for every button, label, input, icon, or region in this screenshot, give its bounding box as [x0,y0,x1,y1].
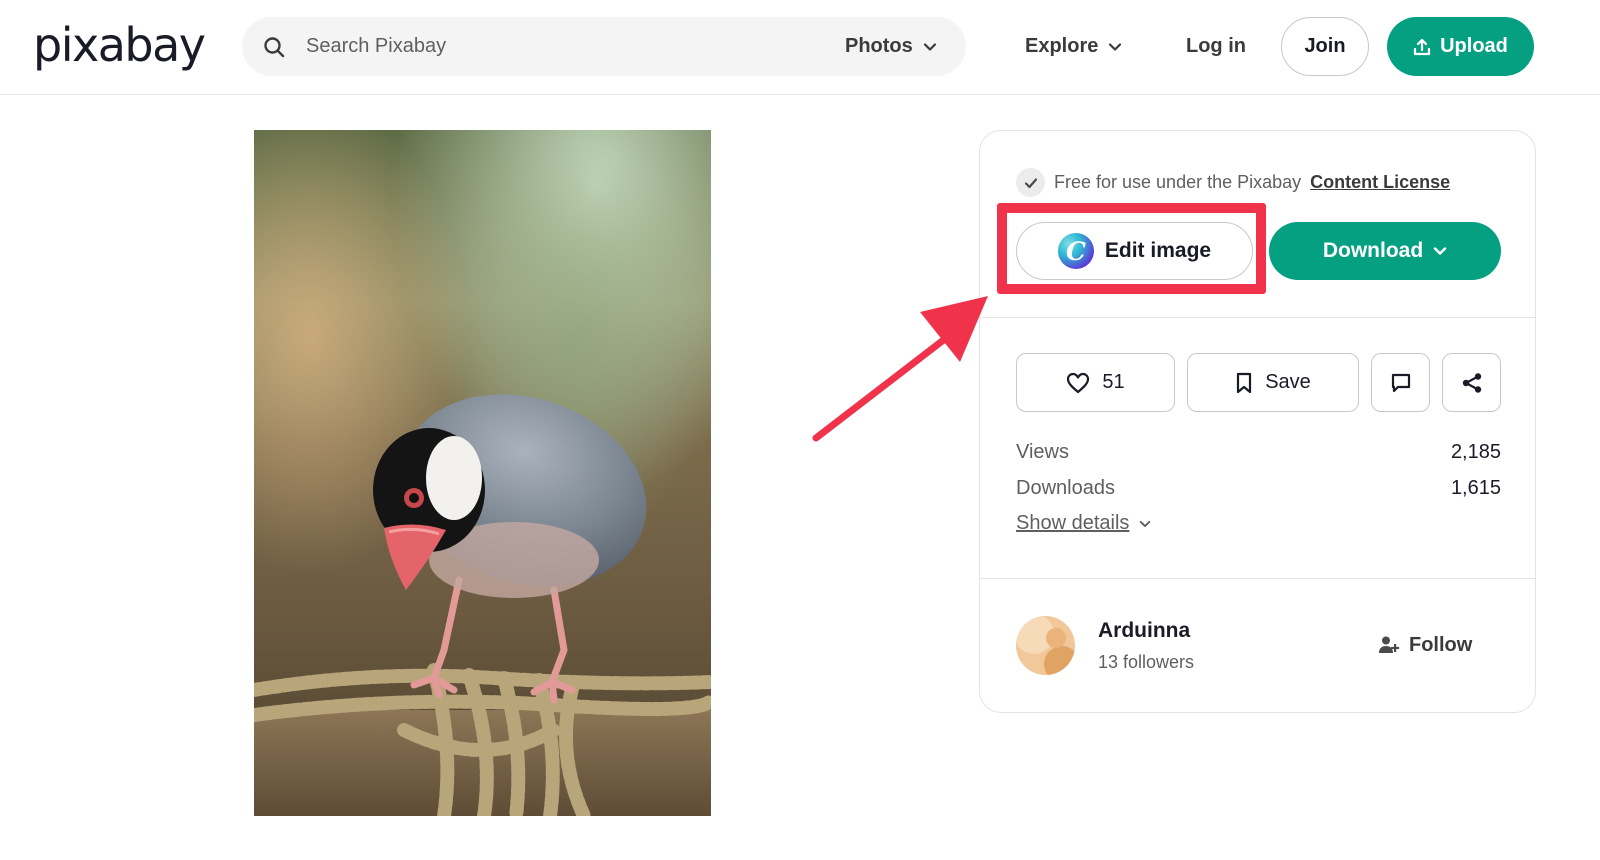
join-button[interactable]: Join [1281,17,1369,76]
bird-photo-image [254,130,711,816]
like-button[interactable]: 51 [1016,353,1175,412]
divider [980,317,1535,318]
search-type-label: Photos [845,35,913,57]
downloads-value: 1,615 [1450,477,1501,499]
explore-label: Explore [1025,35,1099,57]
download-button[interactable]: Download [1269,222,1501,280]
save-button[interactable]: Save [1187,353,1359,412]
pixabay-logo[interactable]: pixabay [33,18,206,72]
search-input[interactable] [306,17,806,76]
search-bar: Photos [242,17,966,76]
upload-icon [1414,38,1431,55]
bookmark-icon [1237,372,1252,393]
divider [980,578,1535,579]
annotation-arrow-icon [812,296,988,442]
search-icon[interactable] [262,35,286,59]
chevron-down-icon [1140,520,1151,527]
views-label: Views [1016,441,1069,463]
share-icon [1462,372,1481,393]
chevron-down-icon [1109,42,1122,51]
annotation-highlight-box [997,203,1266,294]
follow-label: Follow [1409,633,1473,656]
add-user-icon [1379,636,1400,653]
top-header: pixabay Photos Explore Log in Join Uploa… [0,0,1600,95]
download-label: Download [1322,239,1424,262]
license-text: Free for use under the Pixabay [1054,172,1302,192]
bird-photo[interactable] [254,130,711,816]
downloads-stat: Downloads 1,615 [1016,477,1501,500]
login-link[interactable]: Log in [1186,17,1246,76]
license-notice: Free for use under the Pixabay Content L… [1016,168,1450,197]
explore-menu[interactable]: Explore [1025,17,1122,76]
comment-button[interactable] [1371,353,1430,412]
upload-button[interactable]: Upload [1387,17,1534,76]
save-label: Save [1265,371,1311,393]
avatar[interactable] [1016,616,1075,675]
content-license-link[interactable]: Content License [1310,172,1450,193]
show-details-toggle[interactable]: Show details [1016,512,1151,535]
views-stat: Views 2,185 [1016,441,1501,464]
like-count: 51 [1102,371,1125,393]
user-followers: 13 followers [1098,652,1195,672]
upload-label: Upload [1440,35,1508,57]
user-name[interactable]: Arduinna [1098,619,1190,643]
heart-icon [1067,372,1090,393]
chevron-down-icon [923,42,936,51]
follow-button[interactable]: Follow [1378,628,1472,662]
downloads-label: Downloads [1016,477,1115,499]
share-button[interactable] [1442,353,1501,412]
check-icon [1016,168,1045,197]
comment-icon [1391,373,1410,392]
chevron-down-icon [1433,247,1447,255]
views-value: 2,185 [1450,441,1501,463]
search-type-dropdown[interactable]: Photos [845,17,937,76]
show-details-label: Show details [1016,512,1130,534]
